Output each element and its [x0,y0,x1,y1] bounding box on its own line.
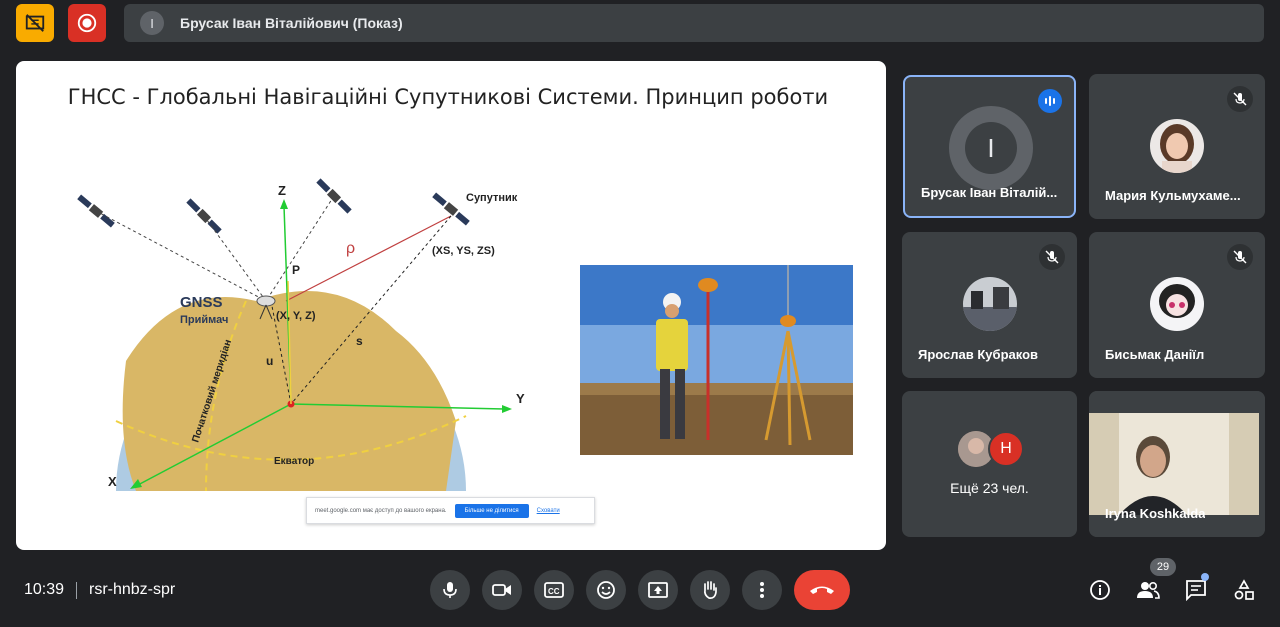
chat-notification-dot [1201,573,1209,581]
people-icon [1137,581,1160,599]
presenter-avatar: I [140,11,164,35]
speaking-icon [1038,89,1062,113]
end-call-icon [810,586,834,594]
participant-name: Iryna Koshkalda [1105,506,1206,521]
signal-line [265,195,335,302]
participant-tile[interactable]: Мария Кульмухаме... [1089,74,1265,219]
receiver-label: GNSS [180,294,223,311]
axis-y-label: Y [516,391,525,406]
avatar: Н [988,431,1024,467]
participant-tile[interactable]: Ярослав Кубраков [902,232,1077,378]
presenter-bar: I Брусак Іван Віталійович (Показ) [124,4,1264,42]
satellite-icon [432,192,470,226]
info-icon [1090,580,1110,600]
hide-banner-link[interactable]: Сховати [537,508,560,514]
participant-name: Бисьмак Даніїл [1105,347,1205,362]
avatar: I [949,106,1033,190]
stop-sharing-button[interactable]: Більше не ділитися [454,503,529,518]
present-off-icon [25,14,45,32]
record-icon [77,13,97,33]
captions-icon: CC [544,582,564,598]
slide-title: ГНСС - Глобальні Навігаційні Супутникові… [67,85,829,109]
more-participants-tile[interactable]: Н Ещё 23 чел. [902,391,1077,537]
more-options-button[interactable] [742,570,782,610]
equator-label: Екватор [274,456,314,467]
raise-hand-icon [703,581,717,599]
more-avatars: Н [958,431,1024,467]
more-vert-icon [760,582,764,598]
svg-text:CC: CC [548,587,560,596]
participant-tile[interactable]: I Брусак Іван Віталій... [903,75,1076,218]
emoji-button[interactable] [586,570,626,610]
participant-tile[interactable]: Бисьмак Даніїл [1089,232,1265,378]
axis-x-label: X [108,474,117,489]
chat-icon [1186,580,1206,601]
mic-icon [443,582,457,598]
receiver-coords: (X, Y, Z) [276,310,316,322]
p-label: P [292,263,300,277]
participant-tile[interactable]: Iryna Koshkalda [1089,391,1265,537]
surveyor-photo [580,265,853,455]
record-button[interactable] [68,4,106,42]
screen-share-banner: meet.google.com має доступ до вашого екр… [306,497,595,524]
present-button[interactable] [638,570,678,610]
captions-button[interactable]: CC [534,570,574,610]
rho-line [285,215,452,302]
emoji-icon [597,581,615,599]
end-call-button[interactable] [794,570,850,610]
u-label: u [266,354,273,368]
present-off-button[interactable] [16,4,54,42]
raise-hand-button[interactable] [690,570,730,610]
avatar-initial: I [965,122,1017,174]
y-axis-arrow [502,405,512,413]
signal-line [95,210,267,302]
activities-button[interactable] [1228,574,1260,606]
mic-off-icon [1039,244,1065,270]
avatar [1150,119,1204,173]
meeting-code: rsr-hnbz-spr [89,581,176,598]
share-banner-text: meet.google.com має доступ до вашого екр… [315,507,447,514]
avatar [962,277,1017,331]
rho-label: ρ [346,240,355,257]
camera-button[interactable] [482,570,522,610]
gnss-diagram: Супутник (XS, YS, ZS) GNSS Приймач (X, Y… [77,178,525,492]
present-icon [648,582,668,598]
more-participants-label: Ещё 23 чел. [950,480,1029,496]
mic-button[interactable] [430,570,470,610]
s-label: s [356,334,363,348]
mic-off-icon [1227,244,1253,270]
activities-icon [1234,579,1254,600]
axis-z-label: Z [278,183,286,198]
avatar [1150,277,1204,331]
satellite-coords: (XS, YS, ZS) [432,245,495,257]
info-button[interactable] [1084,574,1116,606]
mic-off-icon [1227,86,1253,112]
presenter-label: Брусак Іван Віталійович (Показ) [180,15,403,31]
participant-name: Брусак Іван Віталій... [921,185,1058,200]
z-axis-arrow [280,199,288,209]
camera-icon [492,584,511,596]
people-button[interactable] [1132,574,1164,606]
participant-name: Мария Кульмухаме... [1105,188,1241,203]
presentation-slide: ГНСС - Глобальні Навігаційні Супутникові… [16,61,886,550]
receiver-sublabel: Приймач [180,314,228,326]
participant-name: Ярослав Кубраков [918,347,1039,362]
satellite-label: Супутник [466,192,518,204]
meeting-time: 10:39 [24,581,65,598]
divider [76,582,77,599]
